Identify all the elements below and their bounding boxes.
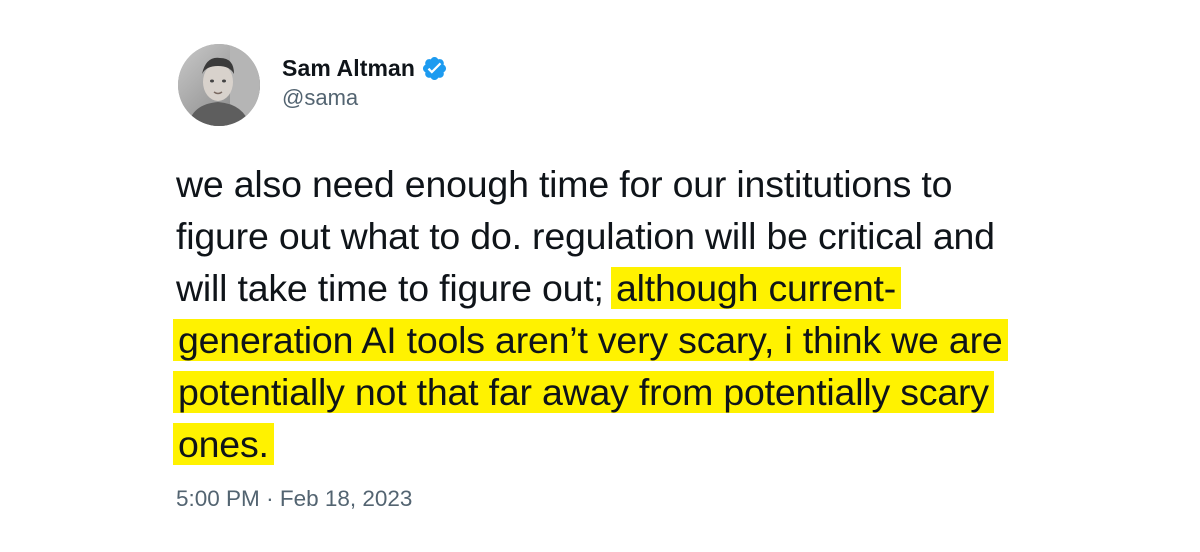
author-block[interactable]: Sam Altman @sama [282,53,448,111]
tweet-text: we also need enough time for our institu… [173,158,1036,470]
tweet-time[interactable]: 5:00 PM [176,486,260,511]
timestamp[interactable]: 5:00 PM · Feb 18, 2023 [176,486,412,512]
display-name[interactable]: Sam Altman [282,55,415,82]
name-row: Sam Altman [282,53,448,83]
profile-photo [178,44,260,126]
tweet-date[interactable]: Feb 18, 2023 [280,486,413,511]
avatar[interactable] [178,44,260,126]
handle[interactable]: @sama [282,85,448,111]
verified-badge-icon [421,55,448,82]
timestamp-separator: · [266,486,274,511]
tweet-card: Sam Altman @sama we also need enough tim… [0,0,1200,552]
